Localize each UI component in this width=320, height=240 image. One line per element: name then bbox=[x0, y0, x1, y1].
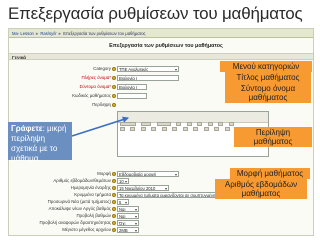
help-icon[interactable] bbox=[112, 76, 116, 80]
showgrades-select[interactable]: Ναι bbox=[117, 213, 139, 219]
startdate-select[interactable]: 15 Νοεμβρίου 2010 bbox=[117, 185, 169, 191]
help-icon[interactable] bbox=[112, 179, 116, 183]
callout-write-summary: Γράφετε: μικρή περίληψη σχετικά με το μά… bbox=[8, 122, 72, 163]
breadcrumb: Ma- Lesson ► Ras/sy/ir ► Επεξεργασία των… bbox=[9, 29, 313, 38]
slide-title: Επεξεργασία ρυθμίσεων του μαθήματος bbox=[8, 4, 303, 23]
callout-write-bold: Γράφετε bbox=[11, 124, 43, 133]
field-row-showgrades-student: Αποκάλυψε νέων Αργός βαθμός Ναι bbox=[9, 206, 313, 213]
help-icon[interactable] bbox=[112, 172, 116, 176]
startdate-label: Ημερομηνία έναρξης bbox=[70, 185, 111, 190]
maxbytes-label: Μέγιστο μέγεθος αρχείου bbox=[62, 227, 111, 232]
help-icon[interactable] bbox=[112, 193, 116, 197]
showgrades-student-label: Αποκάλυψε νέων Αργός βαθμός bbox=[48, 206, 111, 211]
newsitems-label: Προσωρινά Νέα (μετά τμήματος) bbox=[47, 199, 111, 204]
field-row-summary: Περίληψη bbox=[9, 102, 313, 109]
callout-course-title: Τίτλος μαθήματος bbox=[225, 72, 311, 83]
newsitems-select[interactable]: 5 bbox=[117, 199, 129, 205]
maxbytes-select[interactable]: 2MB bbox=[117, 227, 139, 233]
field-row-maxbytes: Μέγιστο μέγεθος αρχείου 2MB bbox=[9, 227, 313, 234]
shortname-input[interactable]: Βιολογία Ι bbox=[117, 84, 147, 90]
category-select[interactable]: ΤΠΕ Αναλυτικές bbox=[117, 66, 179, 72]
summary-label: Περίληψη bbox=[92, 102, 111, 107]
format-select[interactable]: Εβδομαδιαία μορφή bbox=[117, 171, 179, 177]
showgrades-label: Προβολή βαθμών bbox=[76, 213, 111, 218]
callout-short-name: Σύντομο όνομα μαθήματος bbox=[225, 83, 311, 103]
showreports-select[interactable]: Όχι bbox=[117, 220, 139, 226]
help-icon[interactable] bbox=[112, 200, 116, 204]
showgrades-student-select[interactable]: Ναι bbox=[117, 206, 139, 212]
field-row-newsitems: Προσωρινά Νέα (μετά τμήματος) 5 bbox=[9, 199, 313, 206]
breadcrumb-item-current: Επεξεργασία των ρυθμίσεων του μαθήματος bbox=[63, 31, 146, 36]
callout-summary: Περίληψη μαθήματος bbox=[234, 127, 312, 147]
page-heading: Επεξεργασία των ρυθμίσεων του μαθήματος bbox=[109, 43, 223, 49]
help-icon[interactable] bbox=[112, 85, 116, 89]
help-icon[interactable] bbox=[112, 186, 116, 190]
help-icon[interactable] bbox=[112, 228, 116, 232]
help-icon[interactable] bbox=[112, 207, 116, 211]
idnumber-input[interactable] bbox=[117, 93, 147, 99]
breadcrumb-item-site[interactable]: Ma- Lesson bbox=[12, 31, 34, 36]
breadcrumb-separator: ► bbox=[35, 31, 40, 36]
breadcrumb-separator: ► bbox=[57, 31, 63, 36]
field-row-showreports: Προβολή αναφορών δραστηριότητας Όχι bbox=[9, 220, 313, 227]
callout-weeks-count: Αριθμός εβδομάδων μαθήματος bbox=[215, 179, 307, 199]
field-row-showgrades: Προβολή βαθμών Ναι bbox=[9, 213, 313, 220]
showreports-label: Προβολή αναφορών δραστηριότητας bbox=[39, 220, 111, 225]
help-icon[interactable] bbox=[112, 221, 116, 225]
callout-course-format: Μορφή μαθήματος bbox=[230, 168, 310, 179]
section-general-header: Γενικά bbox=[9, 53, 313, 60]
idnumber-label: Κωδικός μαθήματος bbox=[72, 93, 111, 98]
shortname-label: Σύντομο όνομα* bbox=[79, 84, 111, 89]
callout-category-menu: Μενού κατηγοριών bbox=[220, 61, 312, 72]
category-label: Category bbox=[93, 66, 111, 71]
help-icon[interactable] bbox=[112, 67, 116, 71]
help-icon[interactable] bbox=[112, 103, 116, 107]
fullname-input[interactable]: Βιολογία Ι bbox=[117, 75, 179, 81]
numsections-label: Αριθμός εβδομάδων/θεμάτων bbox=[53, 178, 111, 183]
fullname-label: Πλήρες όνομα* bbox=[81, 75, 111, 80]
editor-toolbar-row bbox=[120, 113, 266, 126]
numsections-select[interactable]: 10 bbox=[117, 178, 129, 184]
hiddensections-label: Κρυμμένα τμήματα bbox=[74, 192, 111, 197]
help-icon[interactable] bbox=[112, 214, 116, 218]
editor-toolbar bbox=[118, 112, 268, 131]
editor-toolbar-row bbox=[120, 118, 266, 131]
breadcrumb-item-course[interactable]: Ras/sy/ir bbox=[40, 31, 56, 36]
help-icon[interactable] bbox=[112, 94, 116, 98]
format-label: Μορφή bbox=[97, 171, 111, 176]
